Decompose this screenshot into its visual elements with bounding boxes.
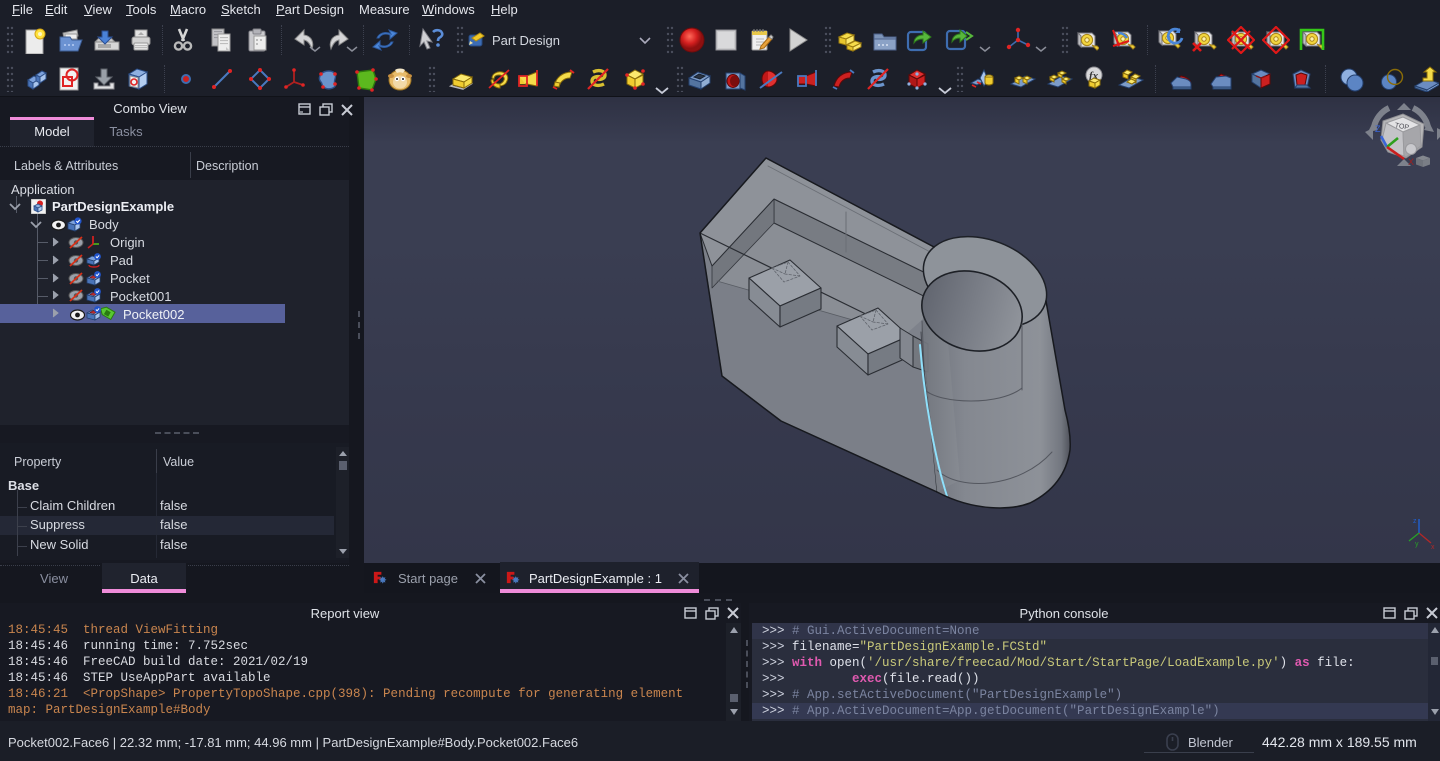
svg-text:y: y bbox=[1415, 541, 1419, 548]
svg-text:z: z bbox=[1413, 518, 1417, 525]
svg-text:Z: Z bbox=[1375, 124, 1381, 134]
svg-text:X: X bbox=[1408, 157, 1414, 167]
svg-text:x: x bbox=[1431, 544, 1435, 549]
